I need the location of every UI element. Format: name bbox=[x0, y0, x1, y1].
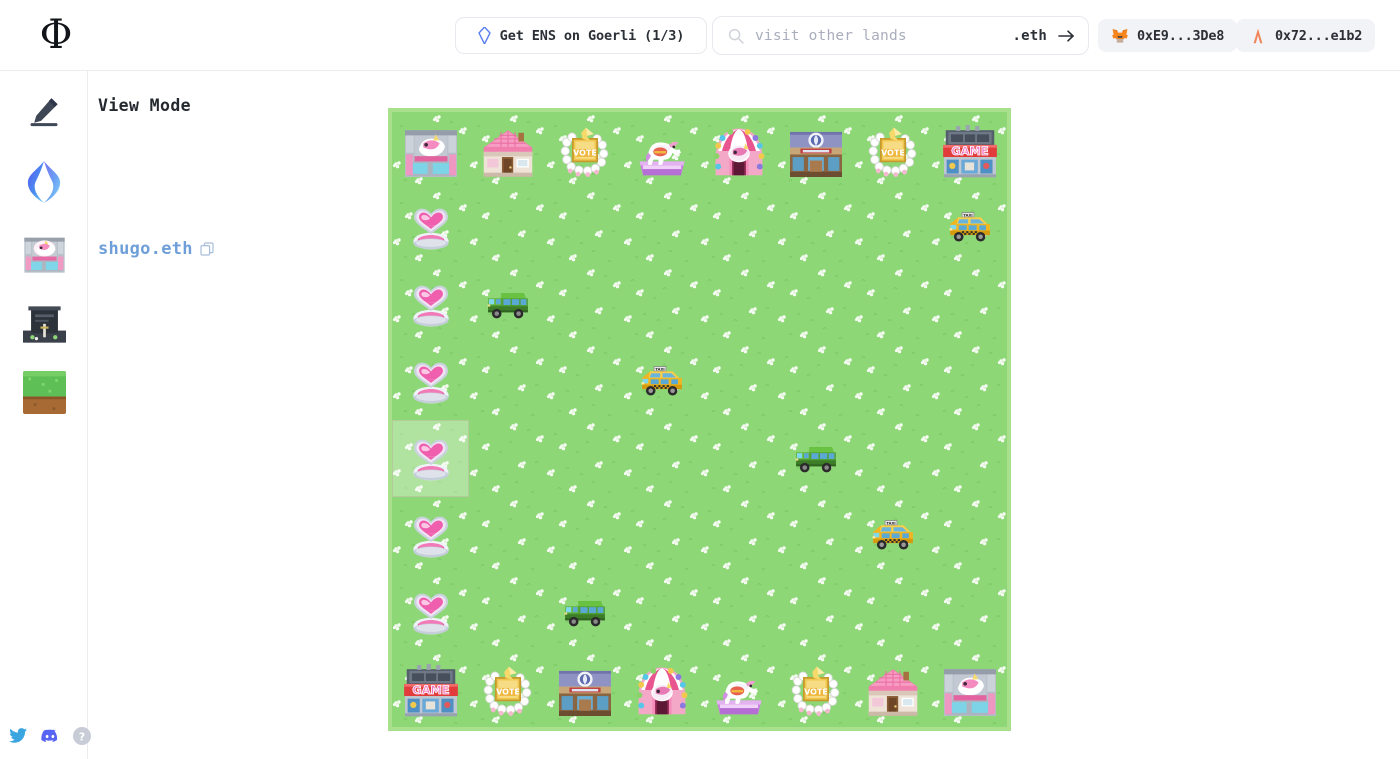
svg-text:TAXI: TAXI bbox=[655, 367, 665, 371]
map-cell-heart-fountain[interactable] bbox=[392, 574, 469, 651]
map-cell-green-van[interactable] bbox=[546, 574, 623, 651]
map-cell-green-van[interactable] bbox=[469, 266, 546, 343]
arrow-right-icon[interactable] bbox=[1058, 28, 1075, 44]
map-cell-carousel-horse[interactable] bbox=[700, 651, 777, 727]
get-ens-button[interactable]: Get ENS on Goerli (1/3) bbox=[455, 17, 707, 54]
grass-tile-sprite bbox=[22, 370, 66, 414]
map-cell-arcade[interactable]: GAME bbox=[392, 651, 469, 727]
map-cell-circus-tent[interactable] bbox=[623, 651, 700, 727]
ens-diamond-icon bbox=[477, 27, 491, 44]
sidebar-item-ens[interactable] bbox=[18, 156, 70, 208]
sidebar-item-unicorn-shop[interactable] bbox=[18, 226, 70, 278]
map-cell-green-van[interactable] bbox=[777, 420, 854, 497]
tool-sidebar: ? bbox=[0, 71, 91, 759]
view-mode-title: View Mode bbox=[98, 96, 192, 115]
svg-text:GAME: GAME bbox=[412, 683, 449, 697]
map-cell-heart-fountain[interactable] bbox=[392, 266, 469, 343]
svg-text:VOTE: VOTE bbox=[804, 687, 828, 696]
search-eth-suffix: .eth bbox=[1012, 27, 1047, 44]
map-cell-circus-tent[interactable] bbox=[700, 112, 777, 189]
wallet-metamask-label: 0xE9...3De8 bbox=[1137, 27, 1225, 44]
app-logo[interactable]: Φ bbox=[32, 11, 80, 59]
svg-text:?: ? bbox=[79, 730, 85, 743]
sidebar-item-edit-pen[interactable] bbox=[18, 86, 70, 138]
map-cell-taxi[interactable]: TAXI bbox=[623, 343, 700, 420]
svg-text:TAXI: TAXI bbox=[886, 521, 896, 525]
map-cell-heart-fountain[interactable] bbox=[392, 497, 469, 574]
app-header: Φ Get ENS on Goerli (1/3) .eth 0xE9...3D… bbox=[0, 0, 1400, 71]
svg-text:VOTE: VOTE bbox=[496, 687, 520, 696]
sidebar-item-dark-building[interactable] bbox=[18, 296, 70, 348]
search-icon bbox=[728, 28, 744, 44]
metamask-fox-icon bbox=[1112, 28, 1128, 43]
map-cell-vote-gate[interactable]: VOTE bbox=[469, 651, 546, 727]
ens-name-label: shugo.eth bbox=[98, 239, 193, 259]
map-cell-unicorn-shop[interactable] bbox=[931, 651, 1007, 727]
map-cell-heart-fountain[interactable] bbox=[392, 189, 469, 266]
wallet-metamask-button[interactable]: 0xE9...3De8 bbox=[1098, 19, 1238, 52]
ens-logo-icon bbox=[27, 161, 61, 203]
map-cell-bank[interactable] bbox=[546, 651, 623, 727]
map-cell-heart-fountain[interactable] bbox=[392, 420, 469, 497]
map-cell-vote-gate[interactable]: VOTE bbox=[854, 112, 931, 189]
svg-text:TAXI: TAXI bbox=[963, 213, 973, 217]
get-ens-button-label: Get ENS on Goerli (1/3) bbox=[499, 27, 685, 44]
search-lands-box[interactable]: .eth bbox=[712, 16, 1089, 55]
search-input[interactable] bbox=[755, 27, 1013, 44]
wallet-connect-icon bbox=[1253, 28, 1263, 43]
discord-icon[interactable] bbox=[40, 726, 60, 746]
unicorn-shop-sprite bbox=[23, 237, 65, 273]
map-cell-vote-gate[interactable]: VOTE bbox=[777, 651, 854, 727]
map-cell-pink-house[interactable] bbox=[469, 112, 546, 189]
sidebar-item-ground-tile[interactable] bbox=[18, 366, 70, 418]
copy-icon[interactable] bbox=[200, 242, 214, 256]
map-cell-unicorn-shop[interactable] bbox=[392, 112, 469, 189]
map-cell-vote-gate[interactable]: VOTE bbox=[546, 112, 623, 189]
map-cell-bank[interactable] bbox=[777, 112, 854, 189]
svg-text:VOTE: VOTE bbox=[881, 148, 905, 157]
social-links: ? bbox=[8, 726, 92, 746]
ens-name-row: shugo.eth bbox=[98, 239, 214, 259]
svg-text:VOTE: VOTE bbox=[573, 148, 597, 157]
map-cell-taxi[interactable]: TAXI bbox=[854, 497, 931, 574]
map-cell-taxi[interactable]: TAXI bbox=[931, 189, 1007, 266]
pen-icon bbox=[30, 98, 58, 127]
info-panel: View Mode shugo.eth bbox=[89, 71, 389, 759]
land-map-frame: VOTE VOTE GAME TAXI TAXI TAXI GAME VOTE … bbox=[388, 108, 1011, 731]
map-cell-carousel-horse[interactable] bbox=[623, 112, 700, 189]
wallet-connect-label: 0x72...e1b2 bbox=[1275, 27, 1363, 44]
twitter-icon[interactable] bbox=[8, 726, 28, 746]
dark-building-sprite bbox=[22, 305, 66, 343]
wallet-connect-button[interactable]: 0x72...e1b2 bbox=[1236, 19, 1376, 52]
svg-text:GAME: GAME bbox=[951, 144, 988, 158]
map-cell-arcade[interactable]: GAME bbox=[931, 112, 1007, 189]
land-map-grid[interactable]: VOTE VOTE GAME TAXI TAXI TAXI GAME VOTE … bbox=[392, 112, 1007, 727]
logo-phi-icon: Φ bbox=[39, 12, 73, 58]
map-cell-heart-fountain[interactable] bbox=[392, 343, 469, 420]
map-cell-pink-house[interactable] bbox=[854, 651, 931, 727]
